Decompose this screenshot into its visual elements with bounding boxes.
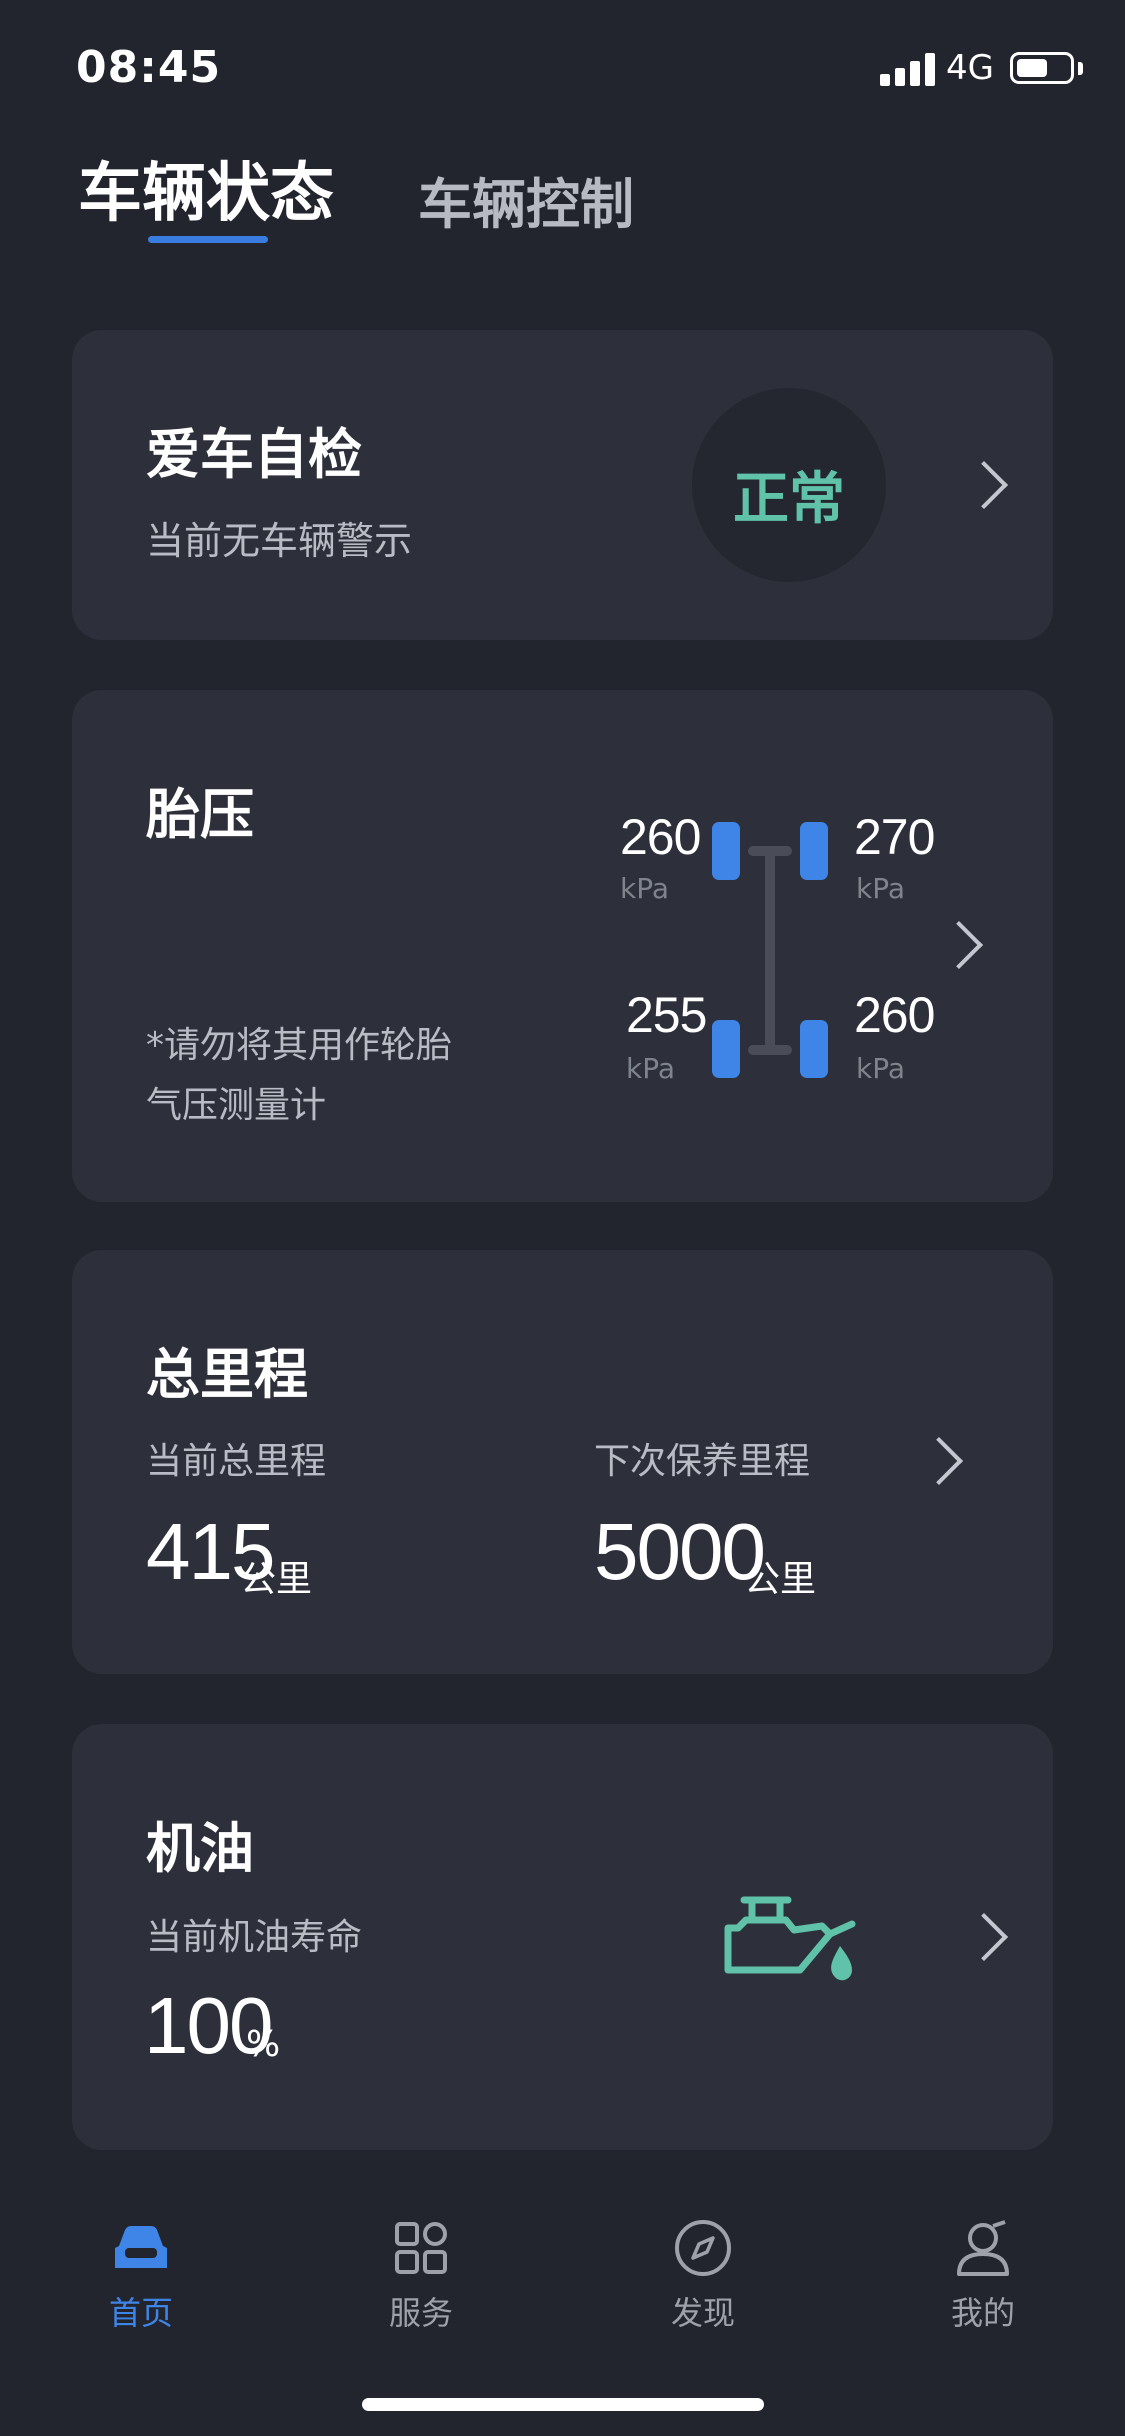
tire-rear-left-value: 255 bbox=[626, 987, 707, 1043]
tire-rear-left-icon bbox=[712, 1020, 740, 1078]
chevron-right-icon[interactable] bbox=[959, 460, 1009, 510]
tire-front-right-value: 270 bbox=[854, 809, 935, 865]
tire-rear-left-unit: kPa bbox=[626, 1052, 675, 1085]
battery-tip bbox=[1078, 62, 1083, 75]
oil-title: 机油 bbox=[146, 1817, 254, 1880]
oil-can-icon bbox=[724, 1896, 856, 1981]
next-service-unit: 公里 bbox=[744, 1559, 817, 1600]
chevron-right-icon[interactable] bbox=[934, 920, 984, 970]
tire-front-left-value: 260 bbox=[620, 809, 701, 865]
oil-life-label: 当前机油寿命 bbox=[146, 1917, 363, 1958]
self-check-status: 正常 bbox=[733, 467, 845, 532]
current-mileage-label: 当前总里程 bbox=[146, 1441, 327, 1482]
front-axle bbox=[748, 846, 792, 856]
nav-home-label: 首页 bbox=[108, 2294, 173, 2332]
status-bar: 08:45 4G bbox=[0, 0, 1125, 130]
current-mileage-unit: 公里 bbox=[240, 1559, 313, 1600]
tire-front-left-unit: kPa bbox=[620, 872, 669, 905]
tire-front-right-icon bbox=[800, 822, 828, 880]
home-indicator bbox=[362, 2398, 764, 2411]
tire-rear-right-icon bbox=[800, 1020, 828, 1078]
grid-icon bbox=[395, 2222, 447, 2274]
next-service-value: 5000 bbox=[594, 1507, 766, 1596]
tire-pressure-title: 胎压 bbox=[146, 783, 254, 846]
network-label: 4G bbox=[946, 48, 994, 88]
tire-pressure-card[interactable]: 胎压 *请勿将其用作轮胎 气压测量计 260 kPa 270 kPa 255 k… bbox=[72, 690, 1053, 1202]
tire-rear-right-value: 260 bbox=[854, 987, 935, 1043]
nav-profile-label: 我的 bbox=[950, 2294, 1015, 2332]
tire-rear-right-unit: kPa bbox=[856, 1052, 905, 1085]
oil-card[interactable]: 机油 当前机油寿命 100 % bbox=[72, 1724, 1053, 2150]
nav-discover-label: 发现 bbox=[670, 2294, 735, 2332]
self-check-subtitle: 当前无车辆警示 bbox=[146, 519, 413, 563]
tire-front-left-icon bbox=[712, 822, 740, 880]
chevron-right-icon[interactable] bbox=[914, 1436, 964, 1486]
nav-discover[interactable]: 发现 bbox=[623, 2190, 783, 2340]
tire-note-line2: 气压测量计 bbox=[146, 1085, 327, 1126]
mileage-title: 总里程 bbox=[146, 1343, 308, 1406]
active-tab-indicator bbox=[148, 236, 268, 243]
status-circle: 正常 bbox=[692, 388, 886, 582]
car-icon bbox=[115, 2226, 167, 2268]
nav-service[interactable]: 服务 bbox=[341, 2190, 501, 2340]
tire-front-right-unit: kPa bbox=[856, 872, 905, 905]
self-check-card[interactable]: 爱车自检 当前无车辆警示 正常 bbox=[72, 330, 1053, 640]
chassis-axle-icon bbox=[765, 850, 775, 1050]
next-service-label: 下次保养里程 bbox=[594, 1441, 811, 1482]
tab-vehicle-status[interactable]: 车辆状态 bbox=[78, 142, 334, 234]
mileage-card[interactable]: 总里程 当前总里程 415 公里 下次保养里程 5000 公里 bbox=[72, 1250, 1053, 1674]
status-time: 08:45 bbox=[76, 42, 222, 93]
tab-vehicle-control[interactable]: 车辆控制 bbox=[418, 160, 634, 239]
oil-life-unit: % bbox=[246, 2024, 281, 2065]
nav-profile[interactable]: 我的 bbox=[903, 2190, 1063, 2340]
rear-axle bbox=[748, 1045, 792, 1055]
nav-service-label: 服务 bbox=[388, 2294, 453, 2332]
nav-home[interactable]: 首页 bbox=[61, 2190, 221, 2340]
self-check-title: 爱车自检 bbox=[146, 423, 362, 486]
chevron-right-icon[interactable] bbox=[959, 1912, 1009, 1962]
compass-icon bbox=[675, 2220, 731, 2276]
bottom-nav: 首页 服务 发现 我的 bbox=[0, 2190, 1125, 2350]
tire-note-line1: *请勿将其用作轮胎 bbox=[146, 1025, 453, 1066]
signal-icon bbox=[880, 52, 936, 86]
battery-icon bbox=[1010, 52, 1074, 84]
user-icon bbox=[957, 2220, 1009, 2276]
